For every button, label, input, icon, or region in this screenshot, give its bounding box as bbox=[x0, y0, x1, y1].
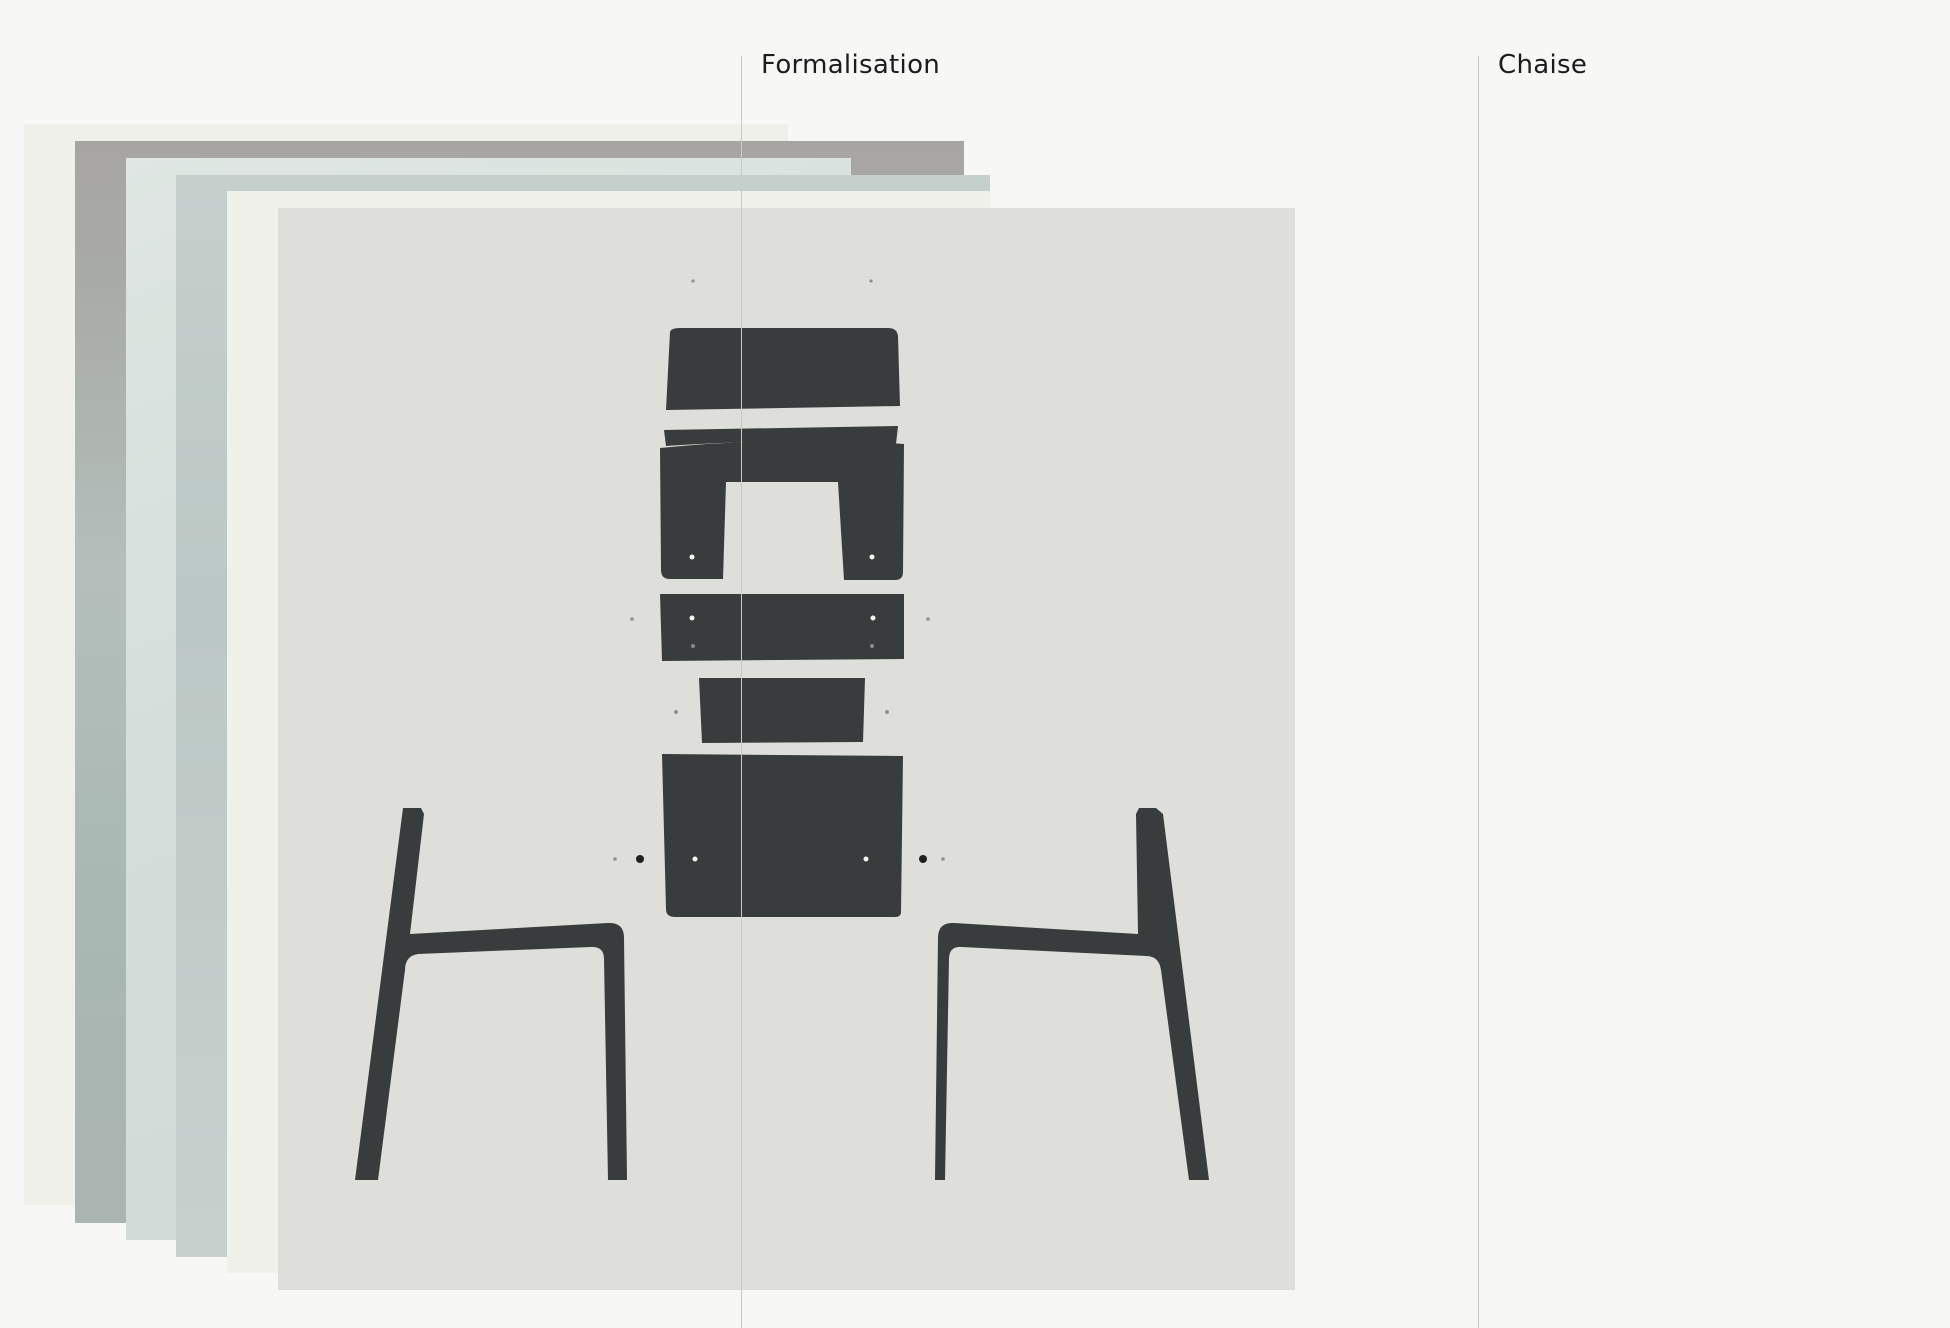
chair-part-lower-bracket bbox=[662, 754, 903, 917]
chair-part-small-plate bbox=[699, 678, 865, 743]
chair-part-u-shell bbox=[660, 440, 904, 580]
column-divider-left bbox=[741, 56, 742, 1328]
column-divider-right bbox=[1478, 56, 1479, 1328]
column-label-formalisation: Formalisation bbox=[761, 50, 941, 80]
stack-image-front[interactable] bbox=[278, 208, 1295, 1290]
exploded-chair-illustration bbox=[355, 279, 1209, 1180]
chair-part-right-leg bbox=[935, 808, 1209, 1180]
chair-part-upper-bracket bbox=[660, 594, 904, 661]
chair-part-top-plate bbox=[666, 328, 900, 410]
column-label-chaise: Chaise bbox=[1498, 50, 1588, 80]
chair-part-left-leg bbox=[355, 808, 627, 1180]
